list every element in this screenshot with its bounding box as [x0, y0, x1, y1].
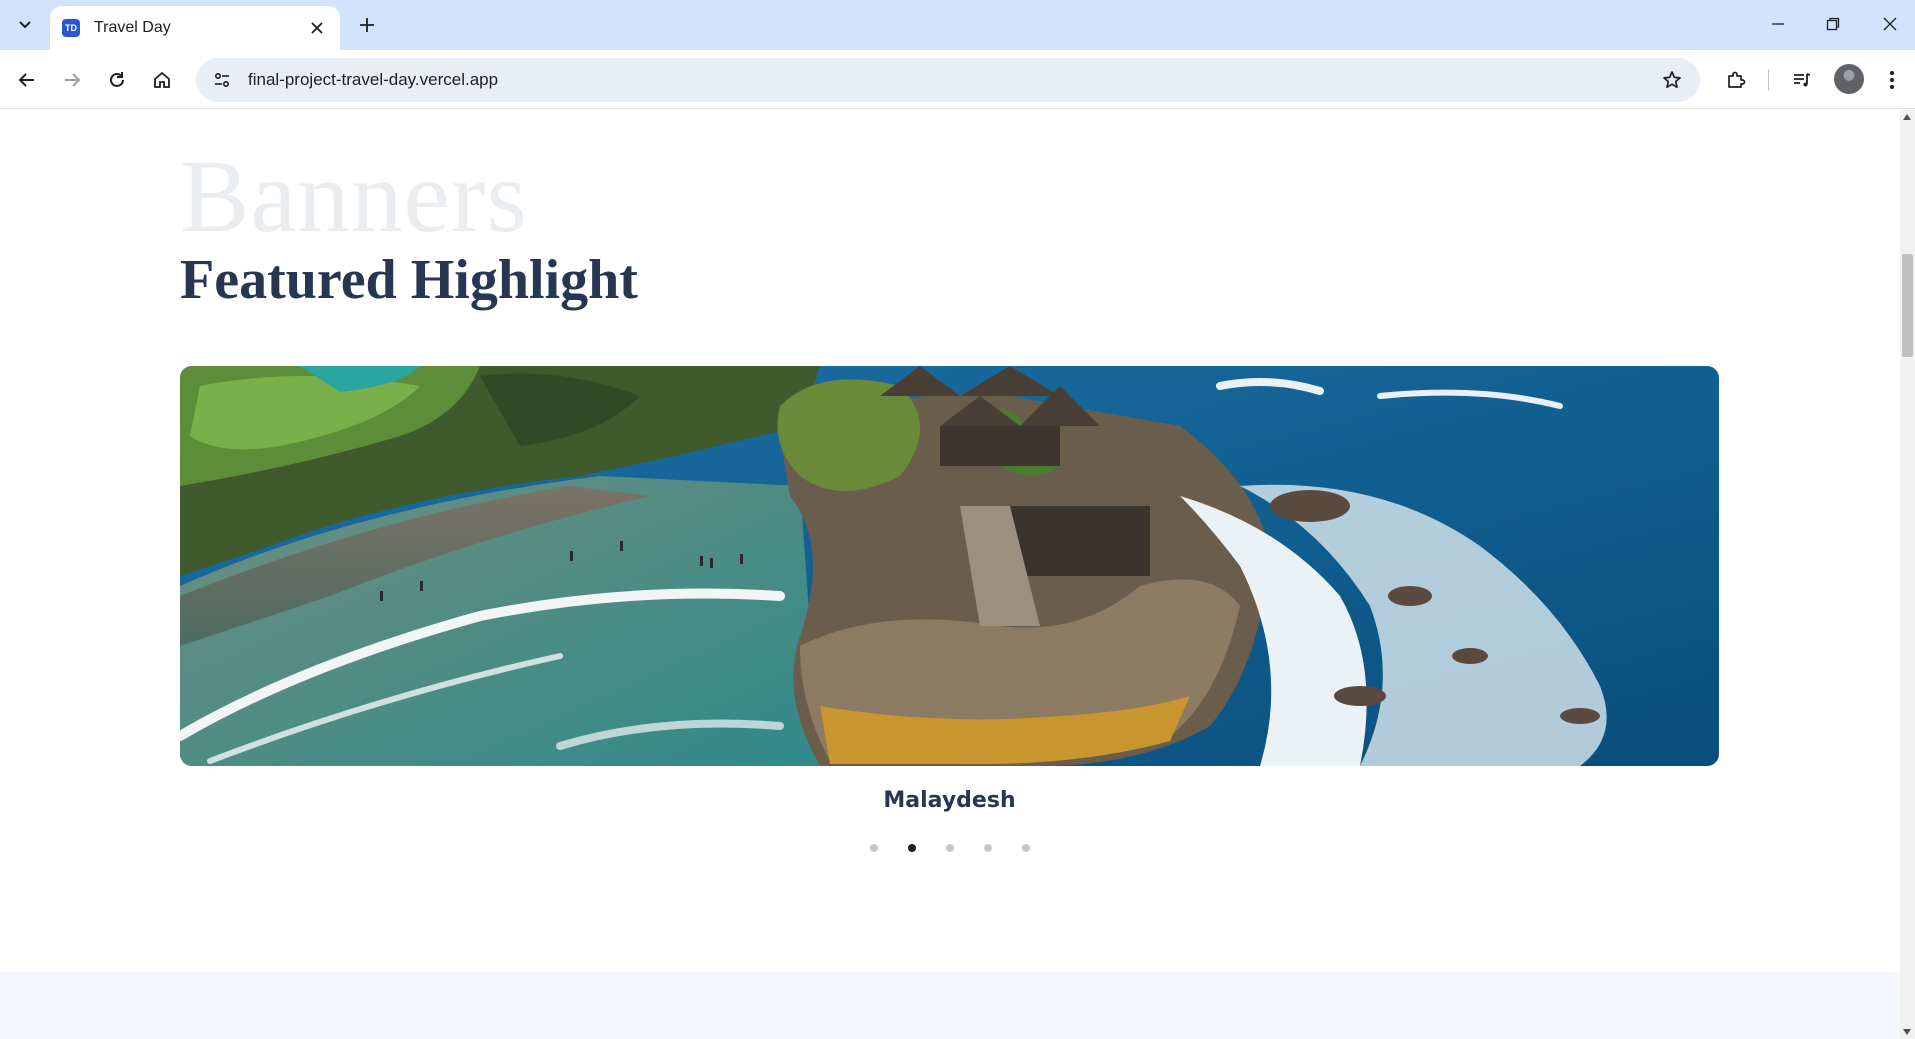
- bookmark-button[interactable]: [1654, 62, 1690, 98]
- profile-avatar[interactable]: [1834, 64, 1864, 94]
- kebab-menu-icon: [1890, 71, 1894, 89]
- slide-caption: Malaydesh: [883, 788, 1016, 813]
- background-title: Banners: [180, 139, 528, 254]
- close-icon: [1883, 17, 1897, 31]
- restore-icon: [1826, 17, 1840, 31]
- scroll-up-arrow-icon[interactable]: [1903, 114, 1911, 120]
- home-button[interactable]: [144, 62, 180, 98]
- slider-dot-4[interactable]: [984, 844, 992, 852]
- browser-menu-button[interactable]: [1874, 62, 1910, 98]
- next-section-background: [0, 972, 1900, 1039]
- plus-icon: [360, 18, 374, 32]
- reload-button[interactable]: [99, 62, 135, 98]
- browser-toolbar: final-project-travel-day.vercel.app: [0, 50, 1915, 109]
- tab-favicon-icon: TD: [62, 19, 80, 37]
- new-tab-button[interactable]: [352, 10, 382, 40]
- close-window-button[interactable]: [1865, 4, 1915, 44]
- star-icon: [1663, 71, 1681, 89]
- media-queue-icon: [1794, 73, 1811, 87]
- browser-tab-active[interactable]: TD Travel Day: [50, 6, 340, 50]
- close-icon: [311, 22, 323, 34]
- slider-pagination: [870, 844, 1030, 852]
- tune-icon: [214, 72, 230, 88]
- tab-title: Travel Day: [94, 19, 171, 36]
- media-controls-button[interactable]: [1784, 62, 1820, 98]
- scroll-down-arrow-icon[interactable]: [1903, 1029, 1911, 1035]
- chevron-down-icon: [19, 21, 31, 29]
- toolbar-divider: [1768, 69, 1769, 91]
- url-text[interactable]: final-project-travel-day.vercel.app: [248, 70, 1654, 90]
- back-button[interactable]: [9, 62, 45, 98]
- site-info-button[interactable]: [204, 62, 240, 98]
- reload-icon: [110, 72, 124, 87]
- tab-close-button[interactable]: [306, 17, 328, 39]
- arrow-left-icon: [18, 73, 34, 87]
- browser-tabstrip: TD Travel Day: [0, 0, 1915, 50]
- address-bar[interactable]: final-project-travel-day.vercel.app: [196, 58, 1700, 102]
- page-scrollbar[interactable]: [1900, 110, 1915, 1039]
- banner-slide-image[interactable]: [180, 366, 1719, 766]
- extensions-button[interactable]: [1718, 62, 1754, 98]
- arrow-right-icon: [65, 73, 81, 87]
- slider-dot-5[interactable]: [1022, 844, 1030, 852]
- home-icon: [154, 71, 170, 88]
- restore-button[interactable]: [1808, 4, 1858, 44]
- scroll-thumb[interactable]: [1902, 254, 1913, 357]
- minimize-button[interactable]: [1753, 4, 1803, 44]
- forward-button[interactable]: [54, 62, 90, 98]
- section-title: Featured Highlight: [180, 249, 638, 311]
- minimize-icon: [1772, 23, 1784, 25]
- puzzle-icon: [1728, 71, 1746, 88]
- coastal-temple-photo: [180, 366, 1719, 766]
- tab-search-button[interactable]: [8, 7, 42, 41]
- slider-dot-1[interactable]: [870, 844, 878, 852]
- slider-dot-2[interactable]: [908, 844, 916, 852]
- slider-dot-3[interactable]: [946, 844, 954, 852]
- page-viewport: Banners Featured Highlight Malaydesh: [0, 110, 1900, 1039]
